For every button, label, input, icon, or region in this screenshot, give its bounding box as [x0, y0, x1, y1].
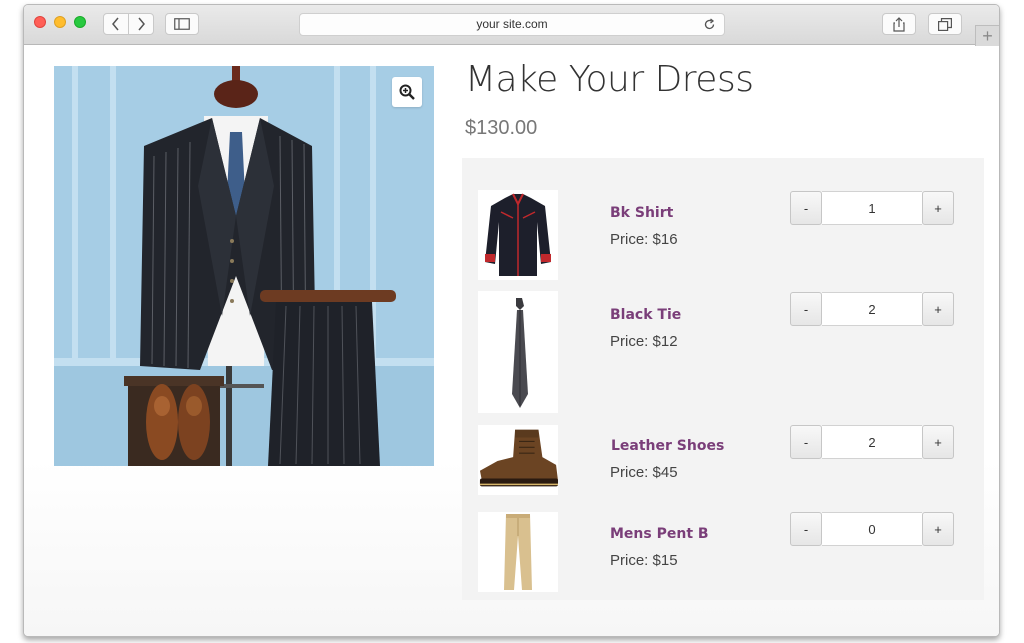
reload-icon[interactable] [703, 18, 716, 31]
quantity-stepper: - + [790, 191, 954, 225]
addon-price: Price: $16 [610, 231, 678, 248]
shirt-image[interactable] [478, 190, 558, 280]
quantity-input[interactable] [822, 425, 922, 459]
increase-quantity-button[interactable]: + [922, 292, 954, 326]
chevron-left-icon [112, 17, 119, 31]
increase-quantity-button[interactable]: + [922, 191, 954, 225]
quantity-stepper: - + [790, 292, 954, 326]
maximize-window-button[interactable] [74, 16, 86, 28]
quantity-stepper: - + [790, 512, 954, 546]
quantity-stepper: - + [790, 425, 954, 459]
addon-list: Bk Shirt Price: $16 - + Black Tie [462, 158, 984, 600]
product-main-image[interactable] [54, 66, 434, 466]
pants-graphic [504, 514, 532, 590]
zoom-button[interactable] [392, 77, 422, 107]
tabs-icon [938, 17, 952, 31]
forward-button[interactable] [128, 13, 154, 35]
new-tab-button[interactable]: + [975, 25, 999, 47]
addon-name[interactable]: Black Tie [610, 307, 681, 323]
show-tabs-button[interactable] [928, 13, 962, 35]
suit-mannequin-image [54, 66, 434, 466]
browser-toolbar: your site.com + [24, 5, 999, 47]
addon-price: Price: $15 [610, 552, 678, 569]
shirt-graphic [485, 193, 551, 276]
decrease-quantity-button[interactable]: - [790, 292, 822, 326]
address-bar[interactable]: your site.com [299, 13, 725, 36]
increase-quantity-button[interactable]: + [922, 425, 954, 459]
back-button[interactable] [103, 13, 129, 35]
product-price: $130.00 [465, 117, 538, 139]
addon-name[interactable]: Leather Shoes [611, 438, 724, 454]
addon-name[interactable]: Mens Pent B [610, 526, 709, 542]
chevron-right-icon [138, 17, 145, 31]
quantity-input[interactable] [822, 292, 922, 326]
tie-graphic [512, 298, 528, 408]
addon-price: Price: $12 [610, 333, 678, 350]
share-icon [893, 16, 905, 32]
decrease-quantity-button[interactable]: - [790, 191, 822, 225]
quantity-input[interactable] [822, 191, 922, 225]
boot-image[interactable] [478, 425, 558, 495]
tie-image[interactable] [478, 291, 558, 413]
sidebar-icon [174, 18, 190, 30]
boot-graphic [479, 429, 558, 487]
pants-image[interactable] [478, 512, 558, 592]
sidebar-toggle-button[interactable] [165, 13, 199, 35]
minimize-window-button[interactable] [54, 16, 66, 28]
decrease-quantity-button[interactable]: - [790, 425, 822, 459]
product-title: Make Your Dress [465, 59, 754, 100]
decrease-quantity-button[interactable]: - [790, 512, 822, 546]
plus-icon: + [982, 26, 993, 46]
addon-price: Price: $45 [610, 464, 678, 481]
browser-window: your site.com + Make Your Dress $130.00 … [23, 4, 1000, 637]
page-content: Make Your Dress $130.00 Bk Shirt Price: … [24, 46, 999, 636]
increase-quantity-button[interactable]: + [922, 512, 954, 546]
quantity-input[interactable] [822, 512, 922, 546]
address-text: your site.com [476, 17, 548, 31]
close-window-button[interactable] [34, 16, 46, 28]
addon-name[interactable]: Bk Shirt [610, 205, 673, 221]
share-button[interactable] [882, 13, 916, 35]
zoom-in-icon [399, 84, 415, 100]
